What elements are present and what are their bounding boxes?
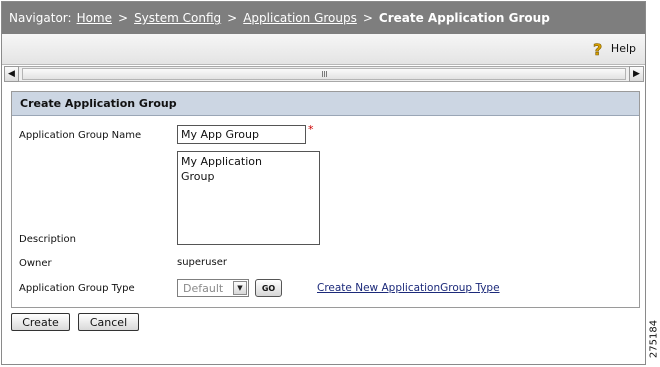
breadcrumb-separator: > [227,11,238,25]
breadcrumb-separator: > [362,11,373,25]
navigator-bar: Navigator: Home > System Config > Applic… [2,2,645,34]
chevron-right-icon: ▶ [633,69,640,79]
go-button[interactable]: GO [255,279,282,297]
create-button[interactable]: Create [11,313,70,331]
figure-id-text: 275184 [648,319,659,358]
chevron-left-icon: ◀ [8,69,15,79]
question-mark-icon: ? [591,41,605,57]
horizontal-scrollbar[interactable]: ◀ ▶ [4,66,644,82]
scroll-right-button[interactable]: ▶ [629,66,644,82]
breadcrumb-home[interactable]: Home [77,11,112,25]
scrollbar-thumb[interactable] [22,68,626,80]
create-application-group-panel: Create Application Group Application Gro… [11,91,640,308]
required-marker: * [308,123,314,136]
owner-value: superuser [177,257,227,268]
name-label: Application Group Name [19,130,142,141]
help-label: Help [610,41,636,55]
breadcrumb-current: Create Application Group [378,11,550,25]
grip-icon [321,71,327,77]
description-textarea[interactable]: My Application Group [177,151,320,245]
breadcrumb-application-groups[interactable]: Application Groups [243,11,357,25]
breadcrumb-system-config[interactable]: System Config [134,11,221,25]
navigator-label: Navigator: [9,11,72,25]
page-frame: Navigator: Home > System Config > Applic… [1,1,646,365]
owner-label: Owner [19,258,52,269]
panel-title: Create Application Group [12,92,639,116]
description-label: Description [19,234,76,245]
help-link[interactable]: ? Help [591,41,636,57]
create-application-group-type-link[interactable]: Create New ApplicationGroup Type [317,282,500,294]
breadcrumb-separator: > [118,11,129,25]
chevron-down-icon[interactable]: ▼ [233,281,247,295]
application-group-name-input[interactable] [177,125,306,144]
svg-text:?: ? [593,41,602,57]
toolbar: ? Help [2,34,645,65]
selected-type: Default [183,281,224,295]
application-group-type-select[interactable]: Default ▼ [177,279,249,297]
cancel-button[interactable]: Cancel [78,313,139,331]
type-label: Application Group Type [19,283,135,294]
figure-id: 275184 [647,310,660,367]
scroll-left-button[interactable]: ◀ [4,66,19,82]
